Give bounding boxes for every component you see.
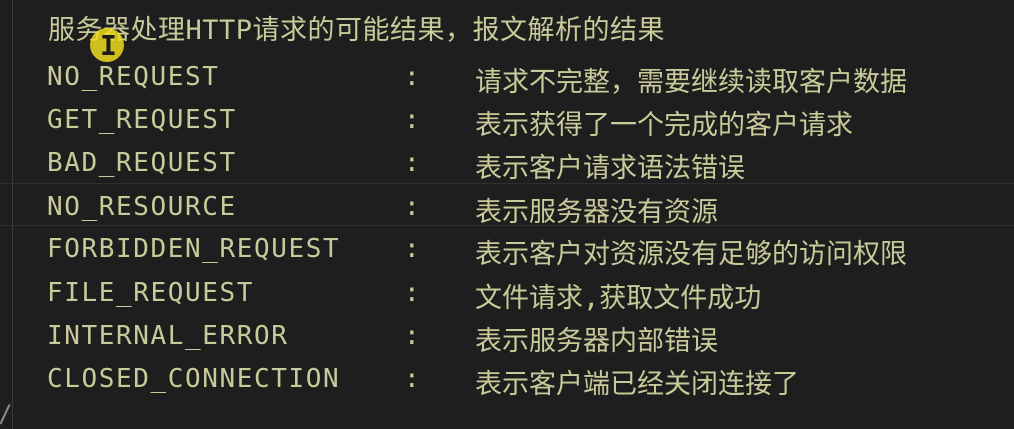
status-code: GET_REQUEST — [47, 105, 237, 135]
separator: : — [404, 192, 420, 222]
status-description: 表示客户端已经关闭连接了 — [475, 369, 799, 400]
trailing-comment-slash: / — [0, 400, 12, 428]
separator: : — [404, 278, 420, 308]
status-code: FILE_REQUEST — [47, 278, 255, 308]
separator: : — [404, 148, 420, 178]
status-description: 表示服务器内部错误 — [475, 326, 718, 357]
status-description: 表示客户对资源没有足够的访问权限 — [475, 239, 907, 270]
code-line-no-request[interactable]: NO_REQUEST : 请求不完整，需要继续读取客户数据 — [0, 53, 1014, 98]
status-code: FORBIDDEN_REQUEST — [47, 234, 341, 264]
status-code: NO_RESOURCE — [47, 192, 237, 222]
status-description: 表示客户请求语法错误 — [475, 153, 745, 184]
separator: : — [404, 234, 420, 264]
code-line-forbidden-request[interactable]: FORBIDDEN_REQUEST : 表示客户对资源没有足够的访问权限 — [0, 225, 1014, 270]
heading-line[interactable]: 服务器处理HTTP请求的可能结果，报文解析的结果 — [0, 0, 1014, 46]
status-description: 表示获得了一个完成的客户请求 — [475, 110, 853, 141]
separator: : — [404, 105, 420, 135]
code-line-file-request[interactable]: FILE_REQUEST : 文件请求,获取文件成功 — [0, 269, 1014, 314]
code-line-bad-request[interactable]: BAD_REQUEST : 表示客户请求语法错误 — [0, 139, 1014, 184]
status-code: NO_REQUEST — [47, 62, 220, 92]
status-code: CLOSED_CONNECTION — [47, 364, 341, 394]
status-description: 文件请求,获取文件成功 — [475, 283, 762, 314]
code-editor[interactable]: 服务器处理HTTP请求的可能结果，报文解析的结果 NO_REQUEST : 请求… — [0, 0, 1014, 429]
code-line-get-request[interactable]: GET_REQUEST : 表示获得了一个完成的客户请求 — [0, 96, 1014, 141]
status-code: BAD_REQUEST — [47, 148, 237, 178]
status-description: 表示服务器没有资源 — [475, 197, 718, 228]
status-code: INTERNAL_ERROR — [47, 321, 289, 351]
code-line-closed-connection[interactable]: CLOSED_CONNECTION : 表示客户端已经关闭连接了 — [0, 355, 1014, 400]
separator: : — [404, 321, 420, 351]
text-cursor-icon: I — [100, 29, 117, 62]
separator: : — [404, 62, 420, 92]
code-line-no-resource[interactable]: NO_RESOURCE : 表示服务器没有资源 — [0, 183, 1014, 228]
code-line-internal-error[interactable]: INTERNAL_ERROR : 表示服务器内部错误 — [0, 312, 1014, 357]
comment-heading: 服务器处理HTTP请求的可能结果，报文解析的结果 — [48, 15, 666, 46]
status-description: 请求不完整，需要继续读取客户数据 — [475, 67, 907, 98]
separator: : — [404, 364, 420, 394]
